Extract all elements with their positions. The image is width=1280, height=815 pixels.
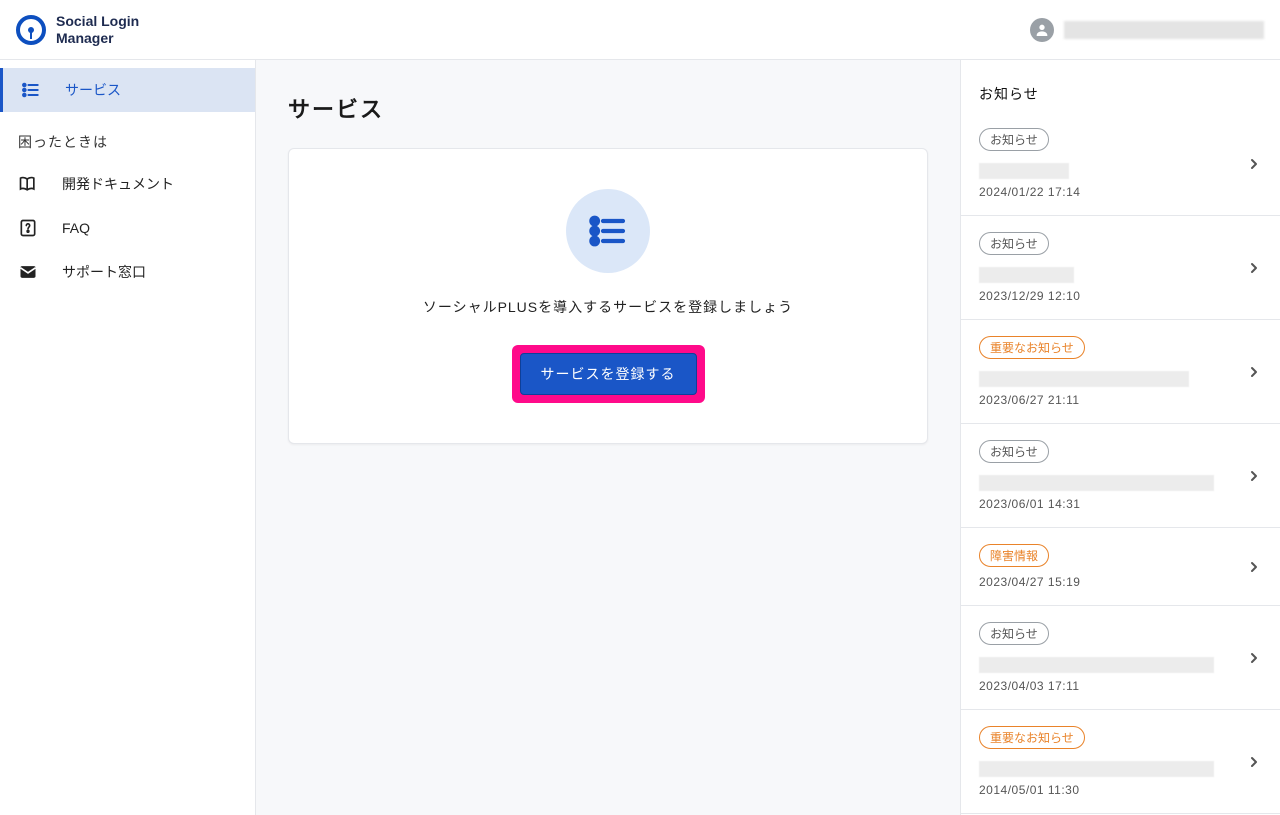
chevron-right-icon: [1246, 754, 1262, 770]
notification-date: 2024/01/22 17:14: [979, 185, 1238, 199]
notification-date: 2023/04/03 17:11: [979, 679, 1238, 693]
notification-body: 重要なお知らせ 2014/05/01 11:30: [979, 726, 1238, 797]
mail-icon: [18, 262, 38, 282]
sidebar-item-label: サポート窓口: [62, 262, 146, 282]
empty-state-card: ソーシャルPLUSを導入するサービスを登録しましょう サービスを登録する: [288, 148, 928, 444]
notification-item[interactable]: お知らせ 2024/01/22 17:14: [961, 112, 1280, 216]
badge-important: 重要なお知らせ: [979, 336, 1085, 359]
badge-notice: お知らせ: [979, 440, 1049, 463]
notifications-panel: お知らせ お知らせ 2024/01/22 17:14 お知らせ 2023/12/29 …: [960, 60, 1280, 815]
product-name-line1: Social Login: [56, 13, 139, 29]
notification-title-redacted: [979, 371, 1189, 387]
notifications-panel-title: お知らせ: [961, 60, 1280, 112]
book-icon: [18, 174, 38, 194]
badge-important: 重要なお知らせ: [979, 726, 1085, 749]
logo-icon: [16, 15, 46, 45]
sidebar-item-support[interactable]: サポート窓口: [0, 250, 255, 294]
notification-date: 2023/12/29 12:10: [979, 289, 1238, 303]
notification-body: 重要なお知らせ 2023/06/27 21:11: [979, 336, 1238, 407]
page-title: サービス: [288, 92, 928, 124]
sidebar-section-help-title: 困ったときは: [0, 112, 255, 162]
notification-title-redacted: [979, 657, 1214, 673]
notifications-list: お知らせ 2024/01/22 17:14 お知らせ 2023/12/29 12:10…: [961, 112, 1280, 814]
sidebar-item-label: サービス: [65, 80, 121, 100]
chevron-right-icon: [1246, 260, 1262, 276]
avatar-icon: [1030, 18, 1054, 42]
notification-item[interactable]: お知らせ 2023/04/03 17:11: [961, 606, 1280, 710]
notification-item[interactable]: 重要なお知らせ 2023/06/27 21:11: [961, 320, 1280, 424]
sidebar-item-services[interactable]: サービス: [0, 68, 255, 112]
badge-notice: お知らせ: [979, 128, 1049, 151]
services-list-icon: [566, 189, 650, 273]
product-name-line2: Manager: [56, 30, 139, 46]
notification-item[interactable]: お知らせ 2023/12/29 12:10: [961, 216, 1280, 320]
notification-title-redacted: [979, 163, 1069, 179]
help-book-icon: [18, 218, 38, 238]
notification-item[interactable]: 障害情報 2023/04/27 15:19: [961, 528, 1280, 606]
app-header: Social Login Manager: [0, 0, 1280, 60]
notification-title-redacted: [979, 475, 1214, 491]
product-logo[interactable]: Social Login Manager: [16, 13, 139, 45]
sidebar: サービス 困ったときは 開発ドキュメント FAQ サポート窓口: [0, 60, 256, 815]
notification-body: お知らせ 2023/04/03 17:11: [979, 622, 1238, 693]
list-icon: [21, 80, 41, 100]
badge-notice: お知らせ: [979, 232, 1049, 255]
header-user-area[interactable]: [1030, 18, 1264, 42]
notification-date: 2023/04/27 15:19: [979, 575, 1238, 589]
notification-title-redacted: [979, 267, 1074, 283]
badge-important: 障害情報: [979, 544, 1049, 567]
chevron-right-icon: [1246, 156, 1262, 172]
notification-date: 2014/05/01 11:30: [979, 783, 1238, 797]
sidebar-item-docs[interactable]: 開発ドキュメント: [0, 162, 255, 206]
main-content: サービス ソーシャルPLUSを導入するサービスを登録しましょう サービスを登録す…: [256, 60, 960, 815]
notification-title-redacted: [979, 761, 1214, 777]
register-button-highlight: サービスを登録する: [512, 345, 705, 403]
sidebar-item-faq[interactable]: FAQ: [0, 206, 255, 250]
sidebar-item-label: FAQ: [62, 220, 90, 236]
notification-item[interactable]: 重要なお知らせ 2014/05/01 11:30: [961, 710, 1280, 814]
notification-body: 障害情報 2023/04/27 15:19: [979, 544, 1238, 589]
notification-date: 2023/06/27 21:11: [979, 393, 1238, 407]
user-name-redacted: [1064, 21, 1264, 39]
register-service-button[interactable]: サービスを登録する: [520, 353, 697, 395]
notification-body: お知らせ 2023/12/29 12:10: [979, 232, 1238, 303]
sidebar-item-label: 開発ドキュメント: [62, 174, 174, 194]
chevron-right-icon: [1246, 468, 1262, 484]
badge-notice: お知らせ: [979, 622, 1049, 645]
chevron-right-icon: [1246, 650, 1262, 666]
empty-state-message: ソーシャルPLUSを導入するサービスを登録しましょう: [313, 297, 903, 317]
notification-body: お知らせ 2024/01/22 17:14: [979, 128, 1238, 199]
product-name: Social Login Manager: [56, 13, 139, 45]
notification-body: お知らせ 2023/06/01 14:31: [979, 440, 1238, 511]
chevron-right-icon: [1246, 364, 1262, 380]
notification-date: 2023/06/01 14:31: [979, 497, 1238, 511]
chevron-right-icon: [1246, 559, 1262, 575]
notification-item[interactable]: お知らせ 2023/06/01 14:31: [961, 424, 1280, 528]
